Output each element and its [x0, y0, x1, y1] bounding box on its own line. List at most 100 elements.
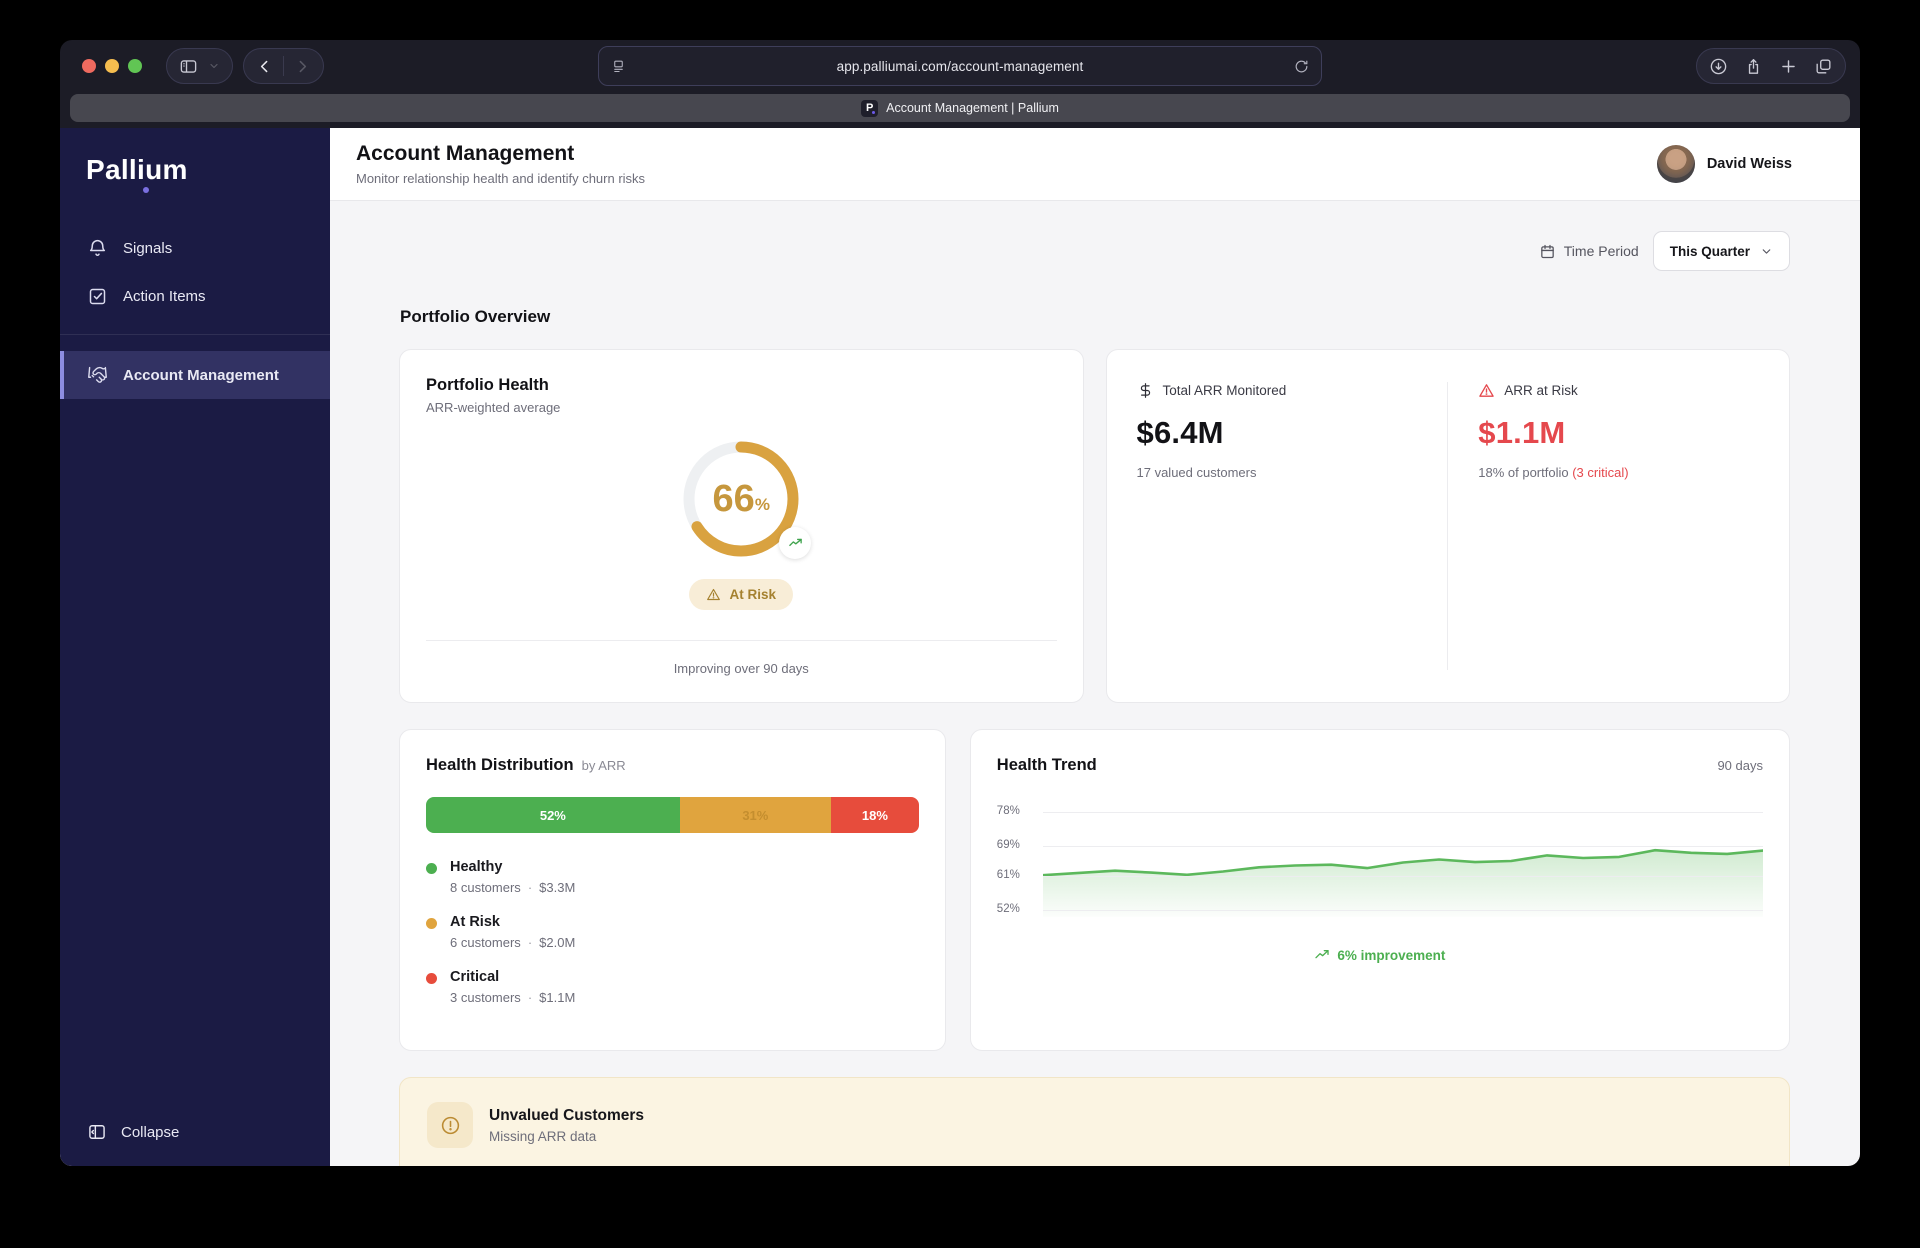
minimize-window-button[interactable] — [105, 59, 119, 73]
url-text[interactable]: app.palliumai.com/account-management — [626, 59, 1294, 74]
check-square-icon — [87, 286, 108, 307]
tab-overview-icon[interactable] — [1814, 57, 1833, 76]
metric-label: ARR at Risk — [1504, 383, 1578, 398]
sidebar-item-label: Account Management — [123, 366, 279, 384]
arr-at-risk-block: ARR at Risk $1.1M 18% of portfolio (3 cr… — [1447, 382, 1789, 670]
card-subtitle: Missing ARR data — [489, 1128, 597, 1144]
sidebar: Pallium Signals Action Items Account Man… — [60, 128, 330, 1166]
nav-buttons — [243, 48, 324, 84]
distribution-segment: 31% — [679, 797, 831, 833]
forward-button[interactable] — [294, 58, 311, 75]
y-tick-label: 61% — [996, 868, 1020, 881]
toolbar-actions — [1696, 48, 1846, 84]
selected-period: This Quarter — [1669, 243, 1750, 259]
page-subtitle: Monitor relationship health and identify… — [356, 171, 646, 186]
card-subtitle: by ARR — [581, 758, 626, 773]
health-trend-card: Health Trend 90 days 78% 69% 61% 52% 6% … — [969, 729, 1790, 1051]
bell-icon — [87, 238, 108, 259]
time-period-select[interactable]: This Quarter — [1652, 231, 1790, 271]
warning-triangle-icon — [707, 588, 721, 601]
card-title: Unvalued Customers — [489, 1106, 645, 1124]
page-format-icon[interactable] — [611, 59, 626, 74]
collapse-label: Collapse — [121, 1123, 180, 1141]
unvalued-customers-card: Unvalued Customers Missing ARR data 3 cu… — [399, 1077, 1790, 1166]
total-arr-value: $6.4M — [1136, 415, 1224, 450]
user-menu[interactable]: David Weiss — [1656, 145, 1792, 183]
downloads-icon[interactable] — [1709, 57, 1728, 76]
card-title: Health Trend — [996, 756, 1097, 774]
gridline — [1042, 909, 1763, 911]
browser-sidebar-icon[interactable] — [179, 57, 198, 76]
chevron-down-icon[interactable] — [208, 60, 220, 72]
sidebar-toggle-group — [166, 48, 233, 84]
status-badge: At Risk — [689, 579, 793, 610]
portfolio-health-card: Portfolio Health ARR-weighted average 66… — [399, 349, 1084, 703]
legend-detail: 3 customers · $1.1M — [450, 990, 576, 1005]
trend-chart: 78% 69% 61% 52% — [997, 805, 1763, 917]
share-icon[interactable] — [1744, 57, 1763, 76]
time-period-label-group: Time Period — [1539, 243, 1639, 260]
gridline — [1042, 846, 1763, 848]
page-header: Account Management Monitor relationship … — [330, 128, 1860, 201]
sidebar-divider — [60, 334, 330, 335]
sidebar-item-action-items[interactable]: Action Items — [60, 272, 330, 320]
arr-at-risk-subtext: 18% of portfolio (3 critical) — [1478, 465, 1629, 480]
chevron-down-icon — [1760, 245, 1773, 258]
browser-window: app.palliumai.com/account-management P A… — [60, 40, 1860, 1166]
zoom-window-button[interactable] — [128, 59, 142, 73]
legend-name: Critical — [450, 969, 500, 985]
trend-annotation: 6% improvement — [997, 947, 1763, 963]
close-window-button[interactable] — [82, 59, 96, 73]
sidebar-item-signals[interactable]: Signals — [60, 224, 330, 272]
y-tick-label: 52% — [996, 902, 1020, 915]
avatar — [1656, 145, 1695, 183]
legend-item: At Risk 6 customers · $2.0M — [426, 914, 919, 950]
total-arr-block: Total ARR Monitored $6.4M 17 valued cust… — [1107, 382, 1448, 670]
health-distribution-card: Health Distribution by ARR 52% 31% 18% Hea… — [399, 729, 946, 1051]
controls-row: Time Period This Quarter — [399, 231, 1790, 271]
active-tab[interactable]: P Account Management | Pallium — [70, 94, 1850, 122]
traffic-lights — [82, 59, 142, 73]
critical-count: (3 critical) — [1572, 465, 1629, 480]
collapse-sidebar-button[interactable]: Collapse — [87, 1122, 330, 1142]
tab-strip: P Account Management | Pallium — [60, 92, 1860, 128]
legend-dot — [426, 918, 437, 929]
panel-collapse-icon — [87, 1122, 107, 1142]
legend-item: Healthy 8 customers · $3.3M — [426, 859, 919, 895]
new-tab-icon[interactable] — [1779, 57, 1798, 76]
metric-label: Total ARR Monitored — [1162, 383, 1287, 398]
back-button[interactable] — [256, 58, 273, 75]
card-title: Health Distribution — [426, 756, 574, 774]
card-subtitle: ARR-weighted average — [426, 400, 561, 415]
arr-summary-card: Total ARR Monitored $6.4M 17 valued cust… — [1105, 349, 1790, 703]
legend-dot — [426, 973, 437, 984]
favicon: P — [861, 99, 879, 117]
calendar-icon — [1539, 243, 1556, 260]
gridline — [1042, 812, 1763, 814]
y-tick-label: 69% — [996, 839, 1020, 852]
total-arr-subtext: 17 valued customers — [1136, 465, 1257, 480]
trend-plot — [1042, 805, 1763, 917]
trend-area — [1042, 850, 1763, 917]
divider — [426, 640, 1057, 641]
distribution-bar: 52% 31% 18% — [426, 797, 919, 833]
trend-period: 90 days — [1717, 758, 1763, 773]
legend-name: Healthy — [450, 859, 503, 875]
legend-detail: 8 customers · $3.3M — [450, 880, 576, 895]
legend-name: At Risk — [450, 914, 500, 930]
health-gauge: 66 % — [679, 437, 812, 561]
legend-dot — [426, 863, 437, 874]
app-logo: Pallium — [86, 154, 188, 193]
user-name: David Weiss — [1706, 156, 1792, 172]
distribution-legend: Healthy 8 customers · $3.3M At Risk 6 custome… — [426, 859, 919, 1005]
trend-y-axis: 78% 69% 61% 52% — [997, 805, 1037, 917]
address-bar[interactable]: app.palliumai.com/account-management — [598, 46, 1322, 86]
trend-up-badge — [779, 527, 812, 559]
sidebar-item-account-management[interactable]: Account Management — [60, 351, 330, 399]
arr-at-risk-value: $1.1M — [1478, 415, 1566, 450]
refresh-icon[interactable] — [1294, 59, 1309, 74]
sidebar-item-label: Action Items — [123, 287, 206, 305]
page-content: Time Period This Quarter Portfolio Overv… — [330, 201, 1860, 1166]
card-title: Portfolio Health — [426, 376, 549, 394]
gauge-footnote: Improving over 90 days — [673, 661, 809, 676]
